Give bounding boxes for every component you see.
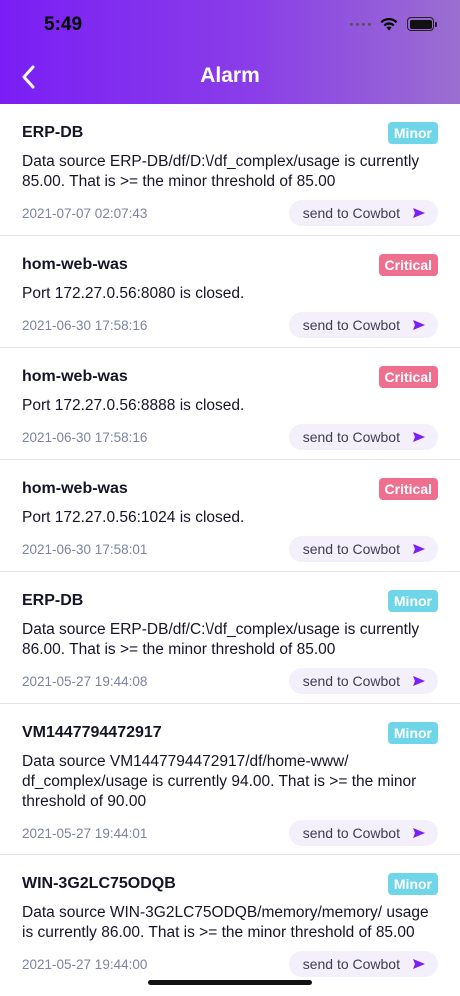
send-icon — [413, 432, 425, 442]
alarm-message: Data source VM1447794472917/df/home-www/… — [22, 753, 417, 810]
alarm-footer: 2021-05-27 19:44:00 send to Cowbot — [22, 951, 438, 977]
page-title: Alarm — [200, 64, 260, 87]
send-icon — [413, 208, 425, 218]
alarm-footer: 2021-05-27 19:44:08 send to Cowbot — [22, 668, 438, 694]
alarm-footer: 2021-05-27 19:44:01 send to Cowbot — [22, 820, 438, 846]
alarm-message: Data source WIN-3G2LC75ODQB/memory/memor… — [22, 904, 429, 941]
alarm-card-header: hom-web-was Critical — [22, 366, 438, 388]
alarm-card-header: hom-web-was Critical — [22, 478, 438, 500]
alarm-timestamp: 2021-06-30 17:58:16 — [22, 429, 148, 445]
alarm-card[interactable]: hom-web-was Critical Port 172.27.0.56:88… — [0, 348, 460, 460]
nav-bar: Alarm — [0, 52, 460, 102]
status-time: 5:49 — [44, 14, 83, 35]
send-to-cowbot-button[interactable]: send to Cowbot — [288, 312, 438, 338]
alarm-card-header: WIN-3G2LC75ODQB Minor — [22, 873, 438, 895]
alarm-message: Port 172.27.0.56:8080 is closed. — [22, 285, 245, 302]
alarm-timestamp: 2021-05-27 19:44:01 — [22, 825, 148, 841]
send-icon — [413, 676, 425, 686]
send-button-label: send to Cowbot — [302, 825, 400, 841]
severity-badge: Minor — [387, 122, 438, 144]
alarm-timestamp: 2021-06-30 17:58:16 — [22, 317, 148, 333]
send-button-label: send to Cowbot — [302, 429, 400, 445]
alarm-card[interactable]: ERP-DB Minor Data source ERP-DB/df/C:\/d… — [0, 572, 460, 704]
alarm-timestamp: 2021-06-30 17:58:01 — [22, 541, 148, 557]
alarm-host: ERP-DB — [22, 592, 84, 609]
send-button-label: send to Cowbot — [302, 673, 400, 689]
severity-badge: Critical — [378, 478, 438, 500]
alarm-timestamp: 2021-07-07 02:07:43 — [22, 205, 148, 221]
severity-badge: Minor — [387, 722, 438, 744]
alarm-card-header: ERP-DB Minor — [22, 590, 438, 612]
alarm-card-header: hom-web-was Critical — [22, 254, 438, 276]
alarm-card-header: VM1447794472917 Minor — [22, 722, 438, 744]
send-to-cowbot-button[interactable]: send to Cowbot — [288, 536, 438, 562]
send-to-cowbot-button[interactable]: send to Cowbot — [288, 951, 438, 977]
alarm-footer: 2021-06-30 17:58:16 send to Cowbot — [22, 424, 438, 450]
send-to-cowbot-button[interactable]: send to Cowbot — [288, 424, 438, 450]
battery-icon — [407, 17, 437, 31]
send-icon — [413, 544, 425, 554]
alarm-list: ERP-DB Minor Data source ERP-DB/df/D:\/d… — [0, 104, 460, 996]
alarm-timestamp: 2021-05-27 19:44:08 — [22, 673, 148, 689]
cellular-signal-icon — [350, 22, 371, 26]
status-bar: 5:49 — [0, 0, 460, 50]
severity-badge: Critical — [378, 366, 438, 388]
alarm-host: hom-web-was — [22, 256, 128, 273]
send-icon — [413, 828, 425, 838]
app-header: 5:49 Alarm — [0, 0, 460, 104]
send-button-label: send to Cowbot — [302, 317, 400, 333]
alarm-card[interactable]: ERP-DB Minor Data source ERP-DB/df/D:\/d… — [0, 104, 460, 236]
severity-badge: Minor — [387, 873, 438, 895]
alarm-card[interactable]: hom-web-was Critical Port 172.27.0.56:80… — [0, 236, 460, 348]
alarm-card[interactable]: hom-web-was Critical Port 172.27.0.56:10… — [0, 460, 460, 572]
send-icon — [413, 320, 425, 330]
send-icon — [413, 959, 425, 969]
send-to-cowbot-button[interactable]: send to Cowbot — [288, 820, 438, 846]
alarm-message: Data source ERP-DB/df/C:\/df_complex/usa… — [22, 621, 420, 658]
alarm-host: ERP-DB — [22, 124, 84, 141]
alarm-message: Port 172.27.0.56:1024 is closed. — [22, 509, 245, 526]
alarm-card[interactable]: VM1447794472917 Minor Data source VM1447… — [0, 704, 460, 855]
alarm-footer: 2021-06-30 17:58:16 send to Cowbot — [22, 312, 438, 338]
send-button-label: send to Cowbot — [302, 205, 400, 221]
alarm-message: Data source ERP-DB/df/D:\/df_complex/usa… — [22, 153, 420, 190]
send-to-cowbot-button[interactable]: send to Cowbot — [288, 200, 438, 226]
wifi-icon — [380, 17, 398, 31]
alarm-host: hom-web-was — [22, 480, 128, 497]
severity-badge: Minor — [387, 590, 438, 612]
alarm-footer: 2021-06-30 17:58:01 send to Cowbot — [22, 536, 438, 562]
send-to-cowbot-button[interactable]: send to Cowbot — [288, 668, 438, 694]
status-icons — [350, 16, 437, 32]
alarm-card[interactable]: WIN-3G2LC75ODQB Minor Data source WIN-3G… — [0, 855, 460, 996]
alarm-host: WIN-3G2LC75ODQB — [22, 875, 176, 892]
home-indicator — [148, 980, 312, 985]
alarm-footer: 2021-07-07 02:07:43 send to Cowbot — [22, 200, 438, 226]
alarm-card-header: ERP-DB Minor — [22, 122, 438, 144]
alarm-message: Port 172.27.0.56:8888 is closed. — [22, 397, 245, 414]
send-button-label: send to Cowbot — [302, 956, 400, 972]
alarm-timestamp: 2021-05-27 19:44:00 — [22, 956, 148, 972]
alarm-host: VM1447794472917 — [22, 724, 162, 741]
severity-badge: Critical — [378, 254, 438, 276]
send-button-label: send to Cowbot — [302, 541, 400, 557]
alarm-host: hom-web-was — [22, 368, 128, 385]
